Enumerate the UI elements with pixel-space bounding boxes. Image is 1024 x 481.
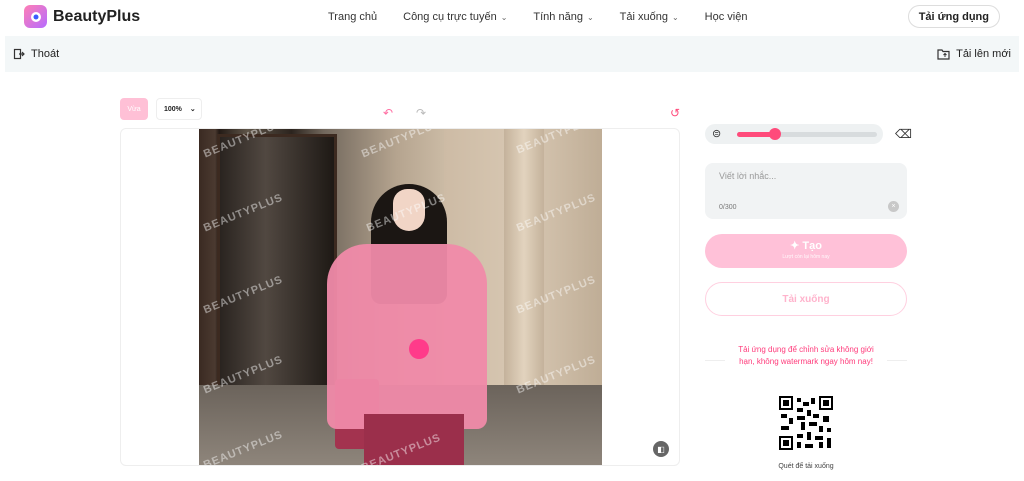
nav-item-features[interactable]: Tính năng ⌄ [533,11,593,23]
photo-pink-mask [327,244,487,429]
nav-item-home[interactable]: Trang chủ [328,11,377,23]
upload-new-label: Tải lên mới [956,48,1011,60]
edited-photo: BEAUTYPLUS BEAUTYPLUS BEAUTYPLUS BEAUTYP… [199,129,602,465]
upload-new-button[interactable]: Tải lên mới [937,48,1011,60]
exit-label: Thoát [31,48,60,60]
beautyplus-logo-icon [24,5,47,28]
nav-item-label: Tải xuống [619,10,668,23]
image-canvas[interactable]: BEAUTYPLUS BEAUTYPLUS BEAUTYPLUS BEAUTYP… [120,128,680,466]
download-app-button[interactable]: Tải ứng dụng [907,5,1000,28]
chevron-down-icon: ⌄ [671,12,679,22]
main-nav: Trang chủ Công cụ trực tuyến ⌄ Tính năng ⌄… [328,0,747,33]
char-count: 0/300 [719,204,737,211]
brush-icon: ⊜ [712,128,722,140]
brand-name: BeautyPlus [53,7,141,25]
compare-icon[interactable]: ◧ [653,441,669,457]
chevron-down-icon: ⌄ [586,12,594,22]
clear-icon[interactable]: × [888,201,899,212]
brush-cursor [409,339,429,359]
nav-item-online-tools[interactable]: Công cụ trực tuyến ⌄ [403,11,507,23]
zoom-select[interactable]: 100% ⌄ [156,98,202,120]
brand-logo[interactable]: BeautyPlus [24,5,140,28]
download-button[interactable]: Tải xuống [705,282,907,316]
divider [705,360,725,361]
brush-size-handle[interactable] [768,128,781,140]
undo-icon[interactable]: ↶ [383,106,393,120]
editor-area: Vừa 100% ⌄ ↶ ↷ ↺ BEAUTYPLUS BEAUTYPLUS B… [120,96,680,466]
brush-size-slider[interactable] [737,128,877,140]
promo-text: Tải ứng dụng để chỉnh sửa không giới hạn… [738,345,874,366]
eraser-icon[interactable]: ⌫ [895,127,912,141]
generate-label: ✦ Tạo [705,239,907,252]
fit-button[interactable]: Vừa [120,98,148,120]
chevron-down-icon: ⌄ [189,106,196,113]
qr-code-icon [779,396,833,450]
reset-icon[interactable]: ↺ [670,106,680,120]
nav-item-academy[interactable]: Học viện [705,11,748,23]
brush-size-control: ⊜ [705,124,883,144]
generate-button[interactable]: ✦ Tạo Lượt còn lại hôm nay [705,234,907,268]
prompt-field[interactable]: Viết lời nhắc... 0/300 × [705,163,907,219]
zoom-value: 100% [164,105,182,113]
exit-icon [13,48,25,60]
folder-upload-icon [937,49,950,60]
promo-block: Tải ứng dụng để chỉnh sửa không giới hạn… [705,344,907,368]
editor-subbar: Thoát Tải lên mới [5,36,1019,72]
prompt-placeholder: Viết lời nhắc... [719,171,777,181]
watermark: BEAUTYPLUS [359,129,443,161]
redo-icon[interactable]: ↷ [416,106,426,120]
photo-door [217,134,337,389]
top-navbar: BeautyPlus Trang chủ Công cụ trực tuyến ⌄… [0,0,1024,33]
chevron-down-icon: ⌄ [500,12,508,22]
exit-button[interactable]: Thoát [13,48,59,60]
nav-item-label: Học viện [704,10,748,23]
divider [887,360,907,361]
nav-item-download[interactable]: Tải xuống ⌄ [620,11,679,23]
qr-caption: Quét để tải xuống [778,463,834,470]
generate-sub: Lượt còn lại hôm nay [782,254,830,260]
generate-label-text: Tạo [802,240,822,252]
nav-item-label: Trang chủ [328,10,378,23]
nav-item-label: Công cụ trực tuyến [403,10,497,23]
nav-item-label: Tính năng [533,10,583,23]
sparkle-icon: ✦ [790,240,803,252]
